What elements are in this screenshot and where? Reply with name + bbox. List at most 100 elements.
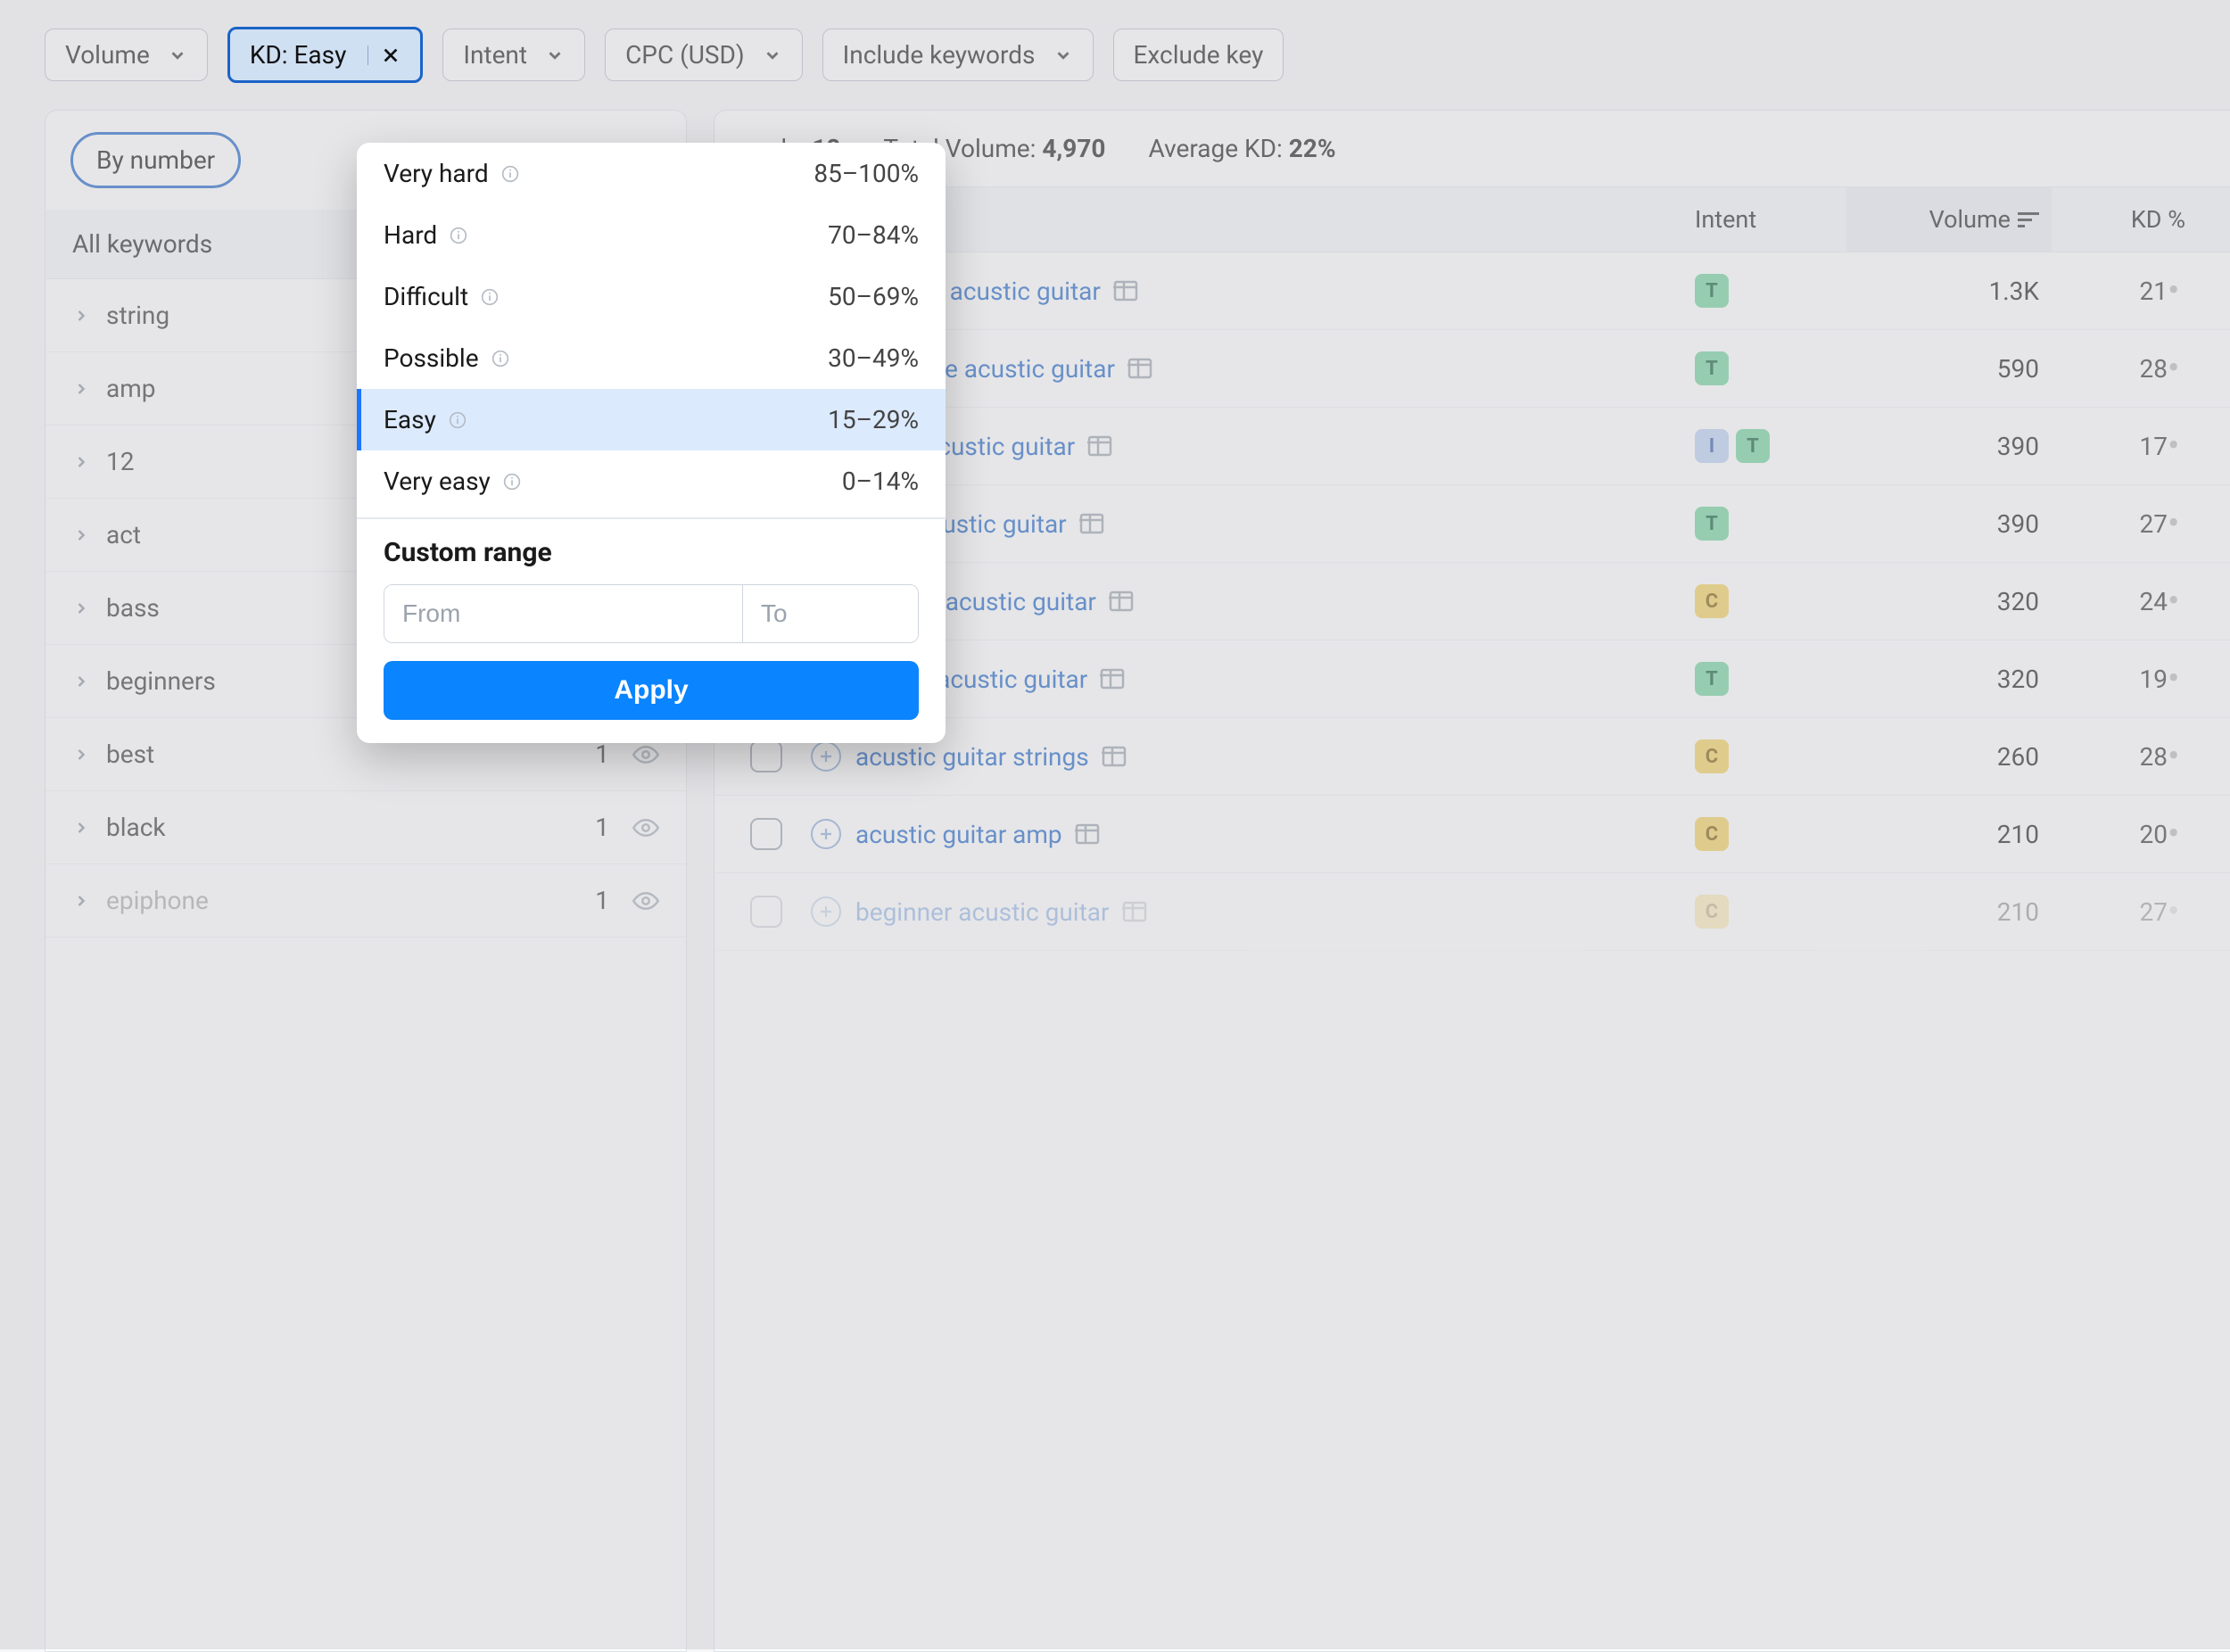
intent-badges: C bbox=[1695, 817, 1846, 851]
kd-option-hard[interactable]: Hard70–84% bbox=[357, 204, 946, 266]
kw-group-count: 1 bbox=[595, 739, 609, 769]
intent-badge-c: C bbox=[1695, 817, 1729, 851]
table-row: acustic guitar ampC21020• bbox=[714, 796, 2230, 873]
divider bbox=[357, 517, 946, 519]
serp-icon[interactable] bbox=[1109, 591, 1134, 612]
row-kd: 27 bbox=[2052, 509, 2168, 539]
kd-custom-range: Custom range Apply bbox=[357, 525, 946, 743]
kd-option-possible[interactable]: Possible 30–49% bbox=[357, 327, 946, 389]
kd-option-range: 50–69% bbox=[828, 282, 919, 311]
close-icon[interactable] bbox=[368, 45, 401, 65]
kd-option-label: Very hard bbox=[384, 159, 489, 188]
filter-include-keywords[interactable]: Include keywords bbox=[822, 29, 1094, 81]
chevron-right-icon bbox=[72, 819, 90, 837]
intent-badges: IT bbox=[1695, 429, 1846, 463]
serp-icon[interactable] bbox=[1102, 746, 1127, 767]
serp-icon[interactable] bbox=[1113, 280, 1138, 301]
add-icon[interactable] bbox=[811, 819, 841, 849]
chevron-down-icon bbox=[763, 45, 782, 65]
tab-by-number[interactable]: By number bbox=[70, 132, 241, 188]
kw-group-name: epiphone bbox=[106, 886, 579, 915]
row-volume: 1.3K bbox=[1846, 277, 2052, 306]
serp-icon[interactable] bbox=[1075, 823, 1100, 845]
chevron-down-icon bbox=[545, 45, 565, 65]
row-checkbox[interactable] bbox=[750, 818, 782, 850]
kd-option-label: Possible bbox=[384, 343, 479, 373]
filter-intent[interactable]: Intent bbox=[442, 29, 585, 81]
all-keywords-label: All keywords bbox=[72, 229, 212, 259]
keyword-link[interactable]: acustic guitar strings bbox=[855, 742, 1089, 772]
table-row: beginner acustic guitarC21027• bbox=[714, 873, 2230, 951]
intent-badges: C bbox=[1695, 584, 1846, 618]
row-checkbox[interactable] bbox=[750, 896, 782, 928]
filter-include-label: Include keywords bbox=[843, 40, 1036, 70]
row-volume: 210 bbox=[1846, 897, 2052, 927]
kw-group-black[interactable]: black1 bbox=[45, 791, 686, 864]
chevron-right-icon bbox=[72, 599, 90, 617]
kd-option-easy[interactable]: Easy15–29% bbox=[357, 389, 946, 450]
intent-badge-t: T bbox=[1695, 507, 1729, 541]
kd-option-very-hard[interactable]: Very hard 85–100% bbox=[357, 143, 946, 204]
row-volume: 390 bbox=[1846, 432, 2052, 461]
kd-option-difficult[interactable]: Difficult 50–69% bbox=[357, 266, 946, 327]
custom-range-from[interactable] bbox=[384, 585, 743, 642]
intent-badge-c: C bbox=[1695, 584, 1729, 618]
kd-option-range: 0–14% bbox=[842, 467, 919, 496]
intent-badges: T bbox=[1695, 507, 1846, 541]
intent-badge-c: C bbox=[1695, 739, 1729, 773]
kd-option-very-easy[interactable]: Very easy0–14% bbox=[357, 450, 946, 512]
filter-exclude-keywords[interactable]: Exclude key bbox=[1113, 29, 1284, 81]
eye-icon[interactable] bbox=[632, 814, 659, 841]
add-icon[interactable] bbox=[811, 896, 841, 927]
intent-badge-i: I bbox=[1695, 429, 1729, 463]
keyword-link[interactable]: beginner acustic guitar bbox=[855, 897, 1110, 927]
serp-icon[interactable] bbox=[1087, 435, 1112, 457]
row-kd: 28 bbox=[2052, 354, 2168, 384]
row-kd: 21 bbox=[2052, 277, 2168, 306]
serp-icon[interactable] bbox=[1100, 668, 1125, 690]
info-icon bbox=[491, 350, 509, 368]
intent-badge-t: T bbox=[1695, 274, 1729, 308]
intent-badge-c: C bbox=[1695, 895, 1729, 929]
col-volume[interactable]: Volume bbox=[1846, 187, 2052, 252]
serp-icon[interactable] bbox=[1122, 901, 1147, 922]
custom-range-to[interactable] bbox=[743, 585, 919, 642]
row-kd: 20 bbox=[2052, 820, 2168, 849]
keyword-link[interactable]: acustic guitar amp bbox=[855, 820, 1062, 849]
chevron-right-icon bbox=[72, 746, 90, 764]
info-icon bbox=[449, 411, 467, 429]
filter-volume[interactable]: Volume bbox=[45, 29, 208, 81]
chevron-right-icon bbox=[72, 526, 90, 544]
add-icon[interactable] bbox=[811, 741, 841, 772]
row-kd: 27 bbox=[2052, 897, 2168, 927]
serp-icon[interactable] bbox=[1127, 358, 1152, 379]
kd-option-range: 30–49% bbox=[828, 343, 919, 373]
row-volume: 390 bbox=[1846, 509, 2052, 539]
filters-row: Volume KD: Easy Intent CPC (USD) Include… bbox=[0, 0, 2230, 110]
custom-range-title: Custom range bbox=[384, 537, 919, 568]
col-kd[interactable]: KD % bbox=[2052, 205, 2194, 234]
intent-badges: T bbox=[1695, 274, 1846, 308]
row-checkbox[interactable] bbox=[750, 740, 782, 772]
col-intent[interactable]: Intent bbox=[1695, 205, 1846, 234]
apply-button[interactable]: Apply bbox=[384, 661, 919, 720]
chevron-right-icon bbox=[72, 453, 90, 471]
kw-group-count: 1 bbox=[595, 886, 609, 915]
info-icon bbox=[450, 227, 467, 244]
kd-option-label: Difficult bbox=[384, 282, 468, 311]
kw-group-name: best bbox=[106, 739, 579, 769]
kd-option-range: 85–100% bbox=[814, 159, 919, 188]
sort-desc-icon bbox=[2018, 211, 2039, 228]
chevron-right-icon bbox=[72, 673, 90, 690]
kd-option-label: Easy bbox=[384, 405, 436, 434]
chevron-down-icon bbox=[1053, 45, 1073, 65]
eye-icon[interactable] bbox=[632, 741, 659, 768]
filter-cpc[interactable]: CPC (USD) bbox=[605, 29, 803, 81]
kw-group-epiphone[interactable]: epiphone 1 bbox=[45, 864, 686, 938]
stat-avg-kd: Average KD: 22% bbox=[1149, 134, 1336, 163]
filter-kd[interactable]: KD: Easy bbox=[227, 27, 424, 83]
eye-icon[interactable] bbox=[632, 888, 659, 914]
serp-icon[interactable] bbox=[1079, 513, 1104, 534]
row-volume: 590 bbox=[1846, 354, 2052, 384]
chevron-down-icon bbox=[168, 45, 187, 65]
